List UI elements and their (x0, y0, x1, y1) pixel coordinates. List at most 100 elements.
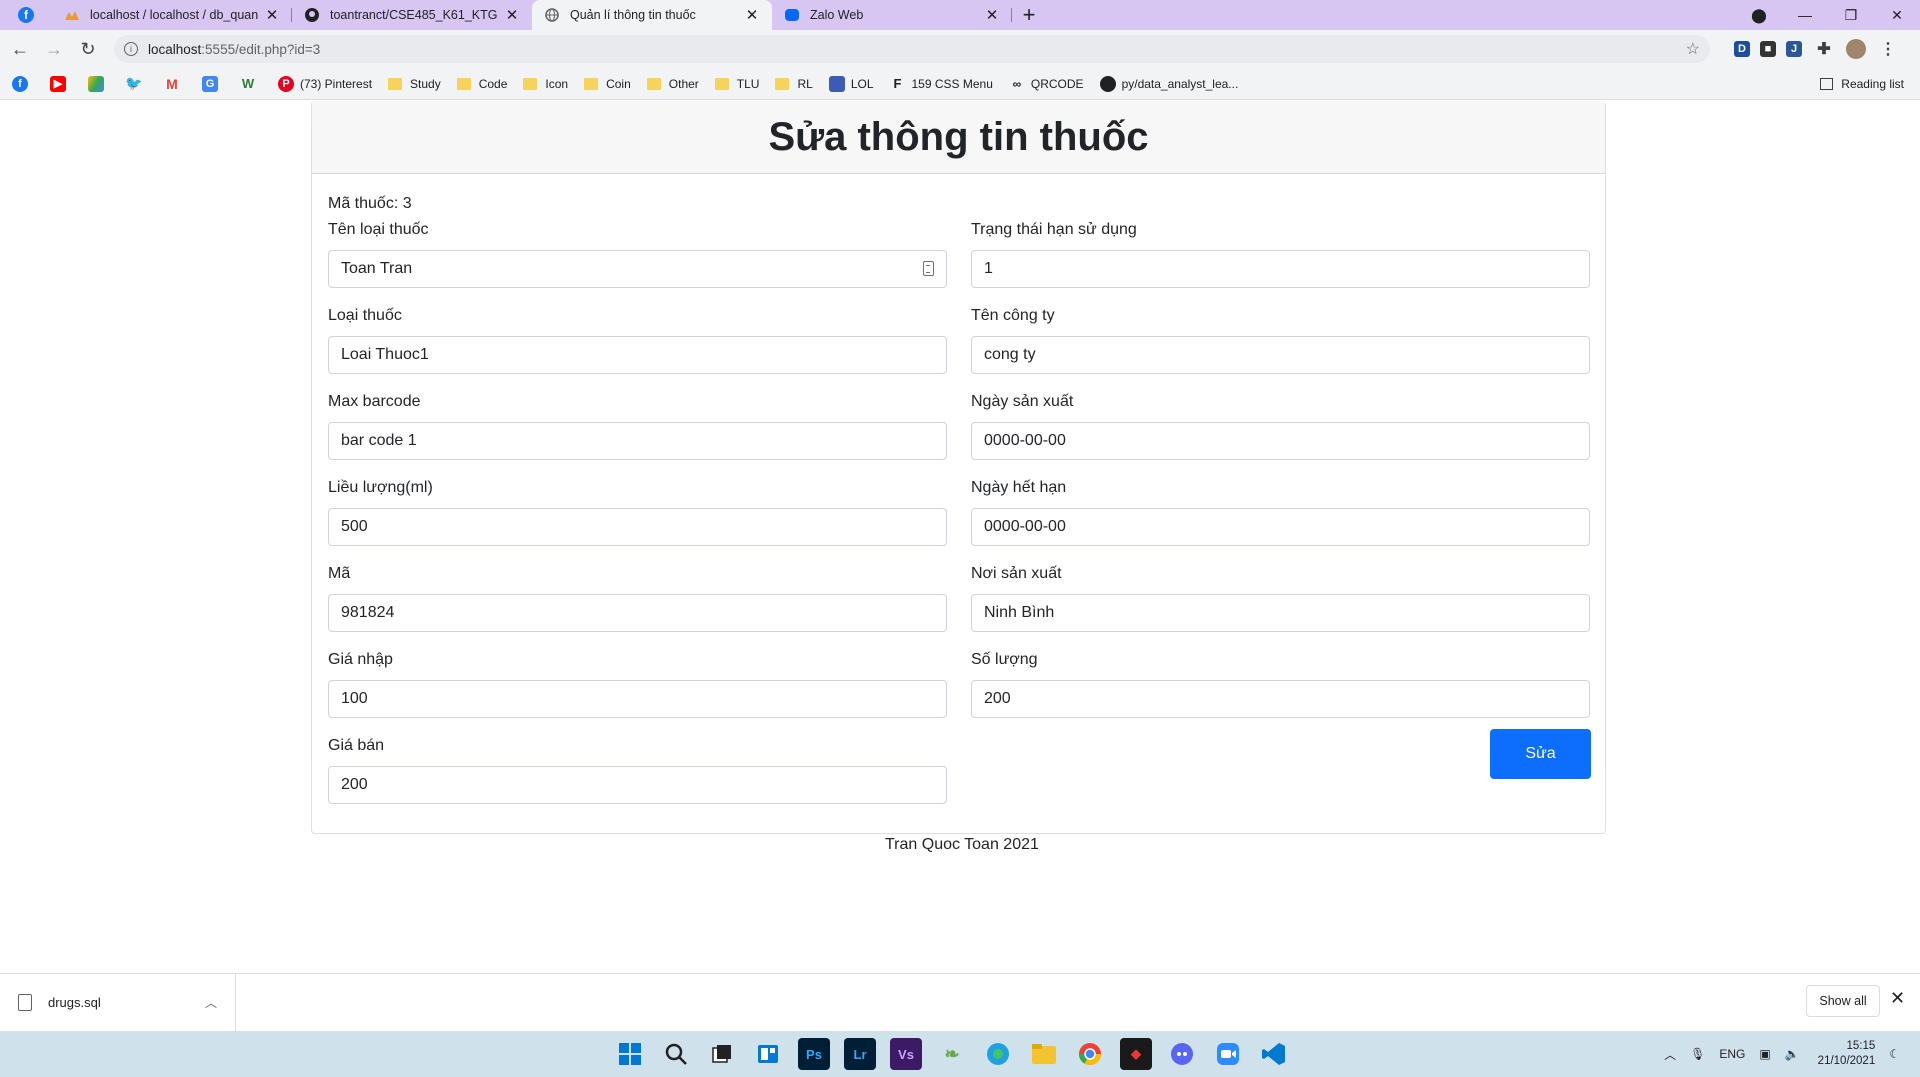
tab-title: localhost / localhost / db_quanly (90, 8, 258, 22)
bookmark-folder-code[interactable]: Code (456, 77, 507, 91)
bookmark-translate[interactable]: G (202, 75, 224, 92)
reload-icon[interactable]: ↻ (74, 35, 102, 63)
bookmark-lol[interactable]: LOL (828, 75, 874, 92)
chrome-icon[interactable] (1074, 1038, 1106, 1070)
bookmark-gmail[interactable]: M (164, 76, 186, 92)
bookmark-star-icon[interactable]: ☆ (1686, 39, 1700, 59)
close-icon[interactable]: ✕ (504, 6, 520, 24)
menu-kebab-icon[interactable]: ⋮ (1876, 39, 1900, 59)
focus-moon-icon[interactable]: ☾ (1889, 1047, 1900, 1061)
autofill-key-icon[interactable] (923, 261, 934, 276)
restore-icon[interactable]: ❐ (1828, 7, 1874, 24)
input-value: 500 (341, 518, 368, 535)
back-icon[interactable]: ← (6, 35, 34, 63)
extension-d-icon[interactable]: D (1734, 41, 1750, 57)
photoshop-icon[interactable]: Ps (798, 1038, 830, 1070)
bookmark-css-menu[interactable]: F 159 CSS Menu (890, 76, 993, 92)
tab-phpmyadmin[interactable]: localhost / localhost / db_quanly ✕ (52, 0, 292, 30)
bookmark-folder-coin[interactable]: Coin (584, 77, 631, 91)
close-icon[interactable]: ✕ (744, 6, 760, 24)
bookmark-twitter[interactable]: 🐦 (125, 75, 148, 92)
lieu-luong-input[interactable]: 500 (328, 508, 947, 546)
task-view-icon[interactable] (706, 1038, 738, 1070)
extension-dark-icon[interactable]: ■ (1760, 41, 1776, 57)
volume-icon[interactable]: 🔈 (1785, 1047, 1800, 1061)
file-explorer-icon[interactable] (1028, 1038, 1060, 1070)
bookmark-facebook[interactable]: f (12, 75, 34, 92)
lightroom-icon[interactable]: Lr (844, 1038, 876, 1070)
close-window-icon[interactable]: ✕ (1874, 7, 1920, 24)
max-barcode-input[interactable]: bar code 1 (328, 422, 947, 460)
loai-thuoc-input[interactable]: Loai Thuoc1 (328, 336, 947, 374)
reading-list-button[interactable]: Reading list (1820, 77, 1904, 91)
tab-quan-li-thuoc[interactable]: Quản lí thông tin thuốc ✕ (532, 0, 772, 30)
bookmark-github[interactable]: py/data_analyst_lea... (1099, 75, 1238, 92)
input-value: bar code 1 (341, 432, 417, 449)
bookmark-qrcode[interactable]: ∞ QRCODE (1009, 76, 1084, 92)
close-icon[interactable]: ✕ (984, 6, 1000, 24)
network-icon[interactable]: ▣ (1759, 1047, 1770, 1061)
chevron-up-icon[interactable]: ︿ (205, 994, 217, 1011)
bookmark-folder-tlu[interactable]: TLU (714, 77, 759, 91)
vscode-icon[interactable] (1258, 1038, 1290, 1070)
address-bar[interactable]: i localhost:5555/edit.php?id=3 ☆ (114, 35, 1710, 63)
start-windows-icon[interactable] (614, 1038, 646, 1070)
edge-icon[interactable] (982, 1038, 1014, 1070)
bookmark-folder-study[interactable]: Study (388, 77, 441, 91)
gia-nhap-input[interactable]: 100 (328, 680, 947, 718)
submit-sua-button[interactable]: Sửa (1490, 729, 1591, 779)
translate-icon: G (202, 75, 218, 92)
discord-icon[interactable] (1166, 1038, 1198, 1070)
bookmark-drive[interactable] (88, 75, 110, 92)
clock-time: 15:15 (1846, 1040, 1876, 1052)
show-all-button[interactable]: Show all (1806, 985, 1880, 1017)
pinned-tab-facebook[interactable]: f (0, 0, 52, 30)
input-value: 0000-00-00 (984, 518, 1066, 535)
new-tab-button[interactable]: + (1012, 0, 1046, 30)
download-item[interactable]: drugs.sql ︿ (0, 973, 236, 1032)
edit-form-card: Sửa thông tin thuốc Mã thuốc: 3 Tên loại… (311, 101, 1606, 834)
bookmark-youtube[interactable]: ▶ (50, 75, 72, 92)
visual-studio-icon[interactable]: Vs (890, 1038, 922, 1070)
bookmark-label: QRCODE (1030, 76, 1084, 91)
w-icon: W (241, 76, 255, 91)
language-indicator[interactable]: ENG (1719, 1047, 1745, 1061)
ten-loai-thuoc-input[interactable]: Toan Tran (328, 250, 947, 288)
forward-icon[interactable]: → (40, 35, 68, 63)
feather-app-icon[interactable]: ❧ (936, 1038, 968, 1070)
bookmark-folder-icon[interactable]: Icon (523, 77, 568, 91)
info-icon[interactable]: i (124, 42, 138, 56)
tab-search-icon[interactable]: ⬤ (1736, 7, 1782, 24)
gia-ban-input[interactable]: 200 (328, 766, 947, 804)
ngay-san-xuat-input[interactable]: 0000-00-00 (971, 422, 1590, 460)
qrcode-icon: ∞ (1012, 76, 1022, 91)
ten-cong-ty-input[interactable]: cong ty (971, 336, 1590, 374)
ma-input[interactable]: 981824 (328, 594, 947, 632)
bookmark-w[interactable]: W (240, 76, 262, 92)
game-app-icon[interactable]: ◆ (1120, 1038, 1152, 1070)
twitter-icon: 🐦 (125, 75, 143, 91)
noi-san-xuat-input[interactable]: Ninh Bình (971, 594, 1590, 632)
tab-github[interactable]: toantranct/CSE485_K61_KTGK_19 ✕ (292, 0, 532, 30)
profile-avatar[interactable] (1846, 39, 1866, 59)
clock[interactable]: 15:15 21/10/2021 (1818, 1039, 1876, 1069)
field-label: Liều lượng(ml) (328, 479, 433, 496)
search-icon[interactable] (660, 1038, 692, 1070)
so-luong-input[interactable]: 200 (971, 680, 1590, 718)
close-icon[interactable]: ✕ (264, 6, 280, 24)
bookmark-pinterest[interactable]: P (73) Pinterest (278, 75, 372, 92)
chevron-up-icon[interactable]: ︿ (1664, 1046, 1676, 1063)
minimize-icon[interactable]: — (1782, 7, 1828, 23)
bookmark-folder-other[interactable]: Other (646, 77, 699, 91)
tab-zalo[interactable]: Zalo Web ✕ (772, 0, 1012, 30)
trang-thai-input[interactable]: 1 (971, 250, 1590, 288)
extension-j-icon[interactable]: J (1786, 41, 1802, 57)
zoom-icon[interactable] (1212, 1038, 1244, 1070)
extensions-puzzle-icon[interactable]: ✚ (1812, 39, 1836, 59)
ngay-het-han-input[interactable]: 0000-00-00 (971, 508, 1590, 546)
microphone-icon[interactable]: 🎙 (1690, 1047, 1705, 1061)
bookmark-folder-rl[interactable]: RL (775, 77, 813, 91)
folder-icon (584, 77, 599, 90)
close-downloads-icon[interactable]: ✕ (1890, 988, 1905, 1009)
widgets-icon[interactable] (752, 1038, 784, 1070)
